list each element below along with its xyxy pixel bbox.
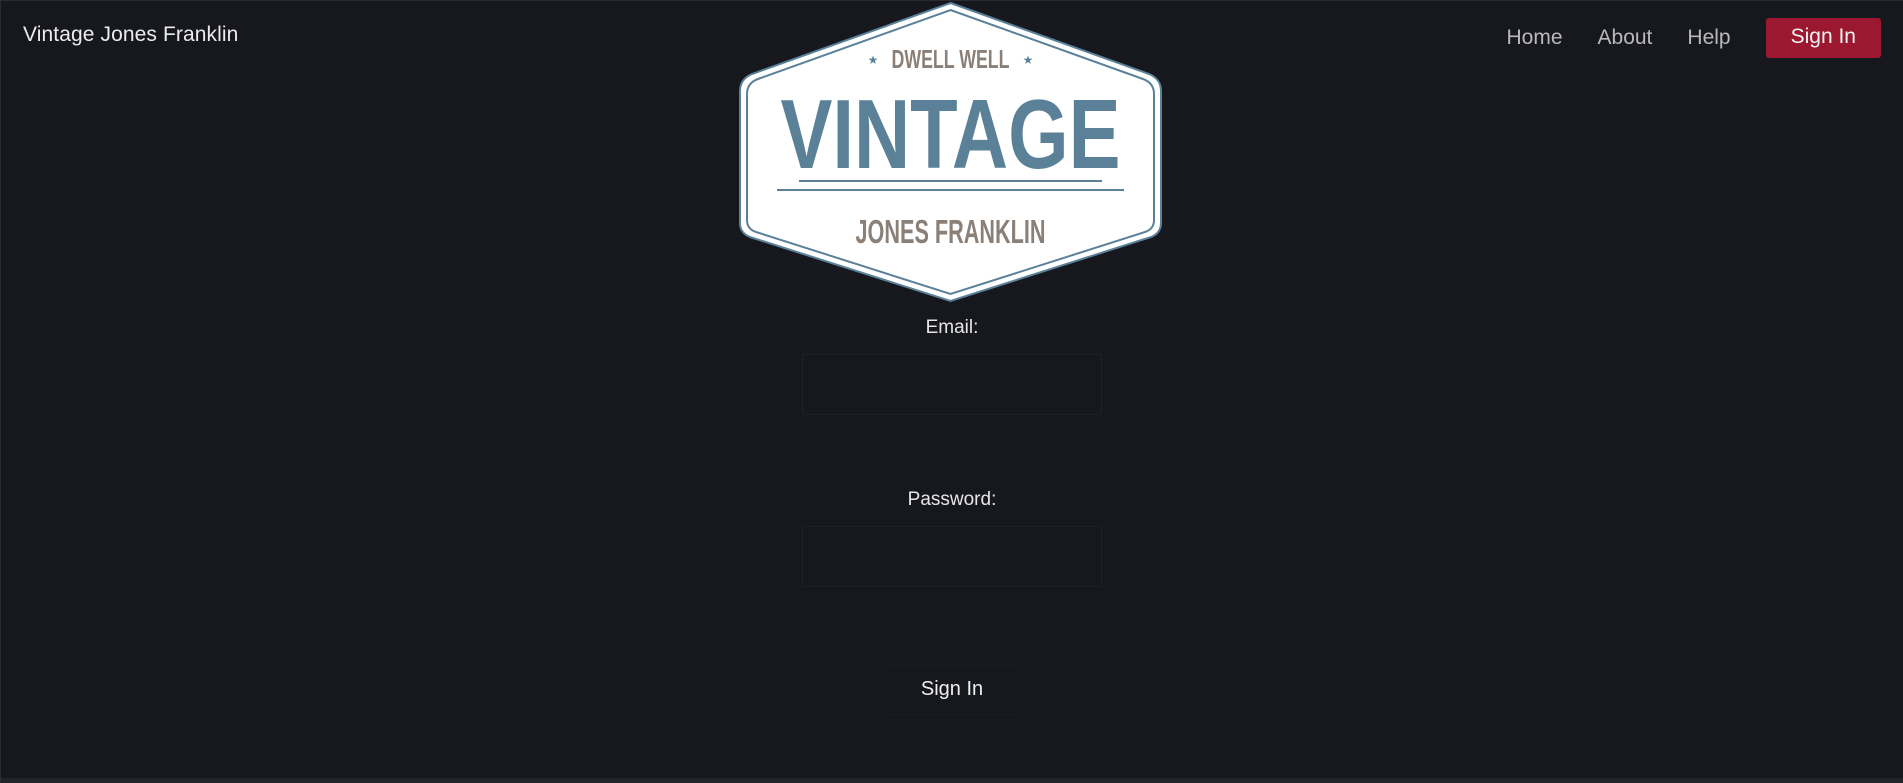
logo-main-text: VINTAGE (781, 79, 1121, 189)
nav-sign-in-button[interactable]: Sign In (1765, 18, 1881, 58)
sign-in-form: Email: Password: Sign In (1, 317, 1903, 715)
logo-star-left-icon: ★ (868, 53, 879, 67)
footer-strip (1, 778, 1903, 783)
email-field[interactable] (802, 354, 1102, 415)
top-nav: Home About Help Sign In (1506, 18, 1881, 58)
nav-about-link[interactable]: About (1598, 26, 1653, 50)
brand-link[interactable]: Vintage Jones Franklin (23, 23, 238, 47)
logo-top-text: DWELL WELL (892, 44, 1010, 74)
password-label: Password: (907, 489, 997, 510)
vintage-logo: ★ ★ DWELL WELL VINTAGE JONES FRANKLIN (739, 1, 1162, 303)
page: Vintage Jones Franklin Home About Help S… (0, 0, 1903, 783)
nav-help-link[interactable]: Help (1687, 26, 1730, 50)
logo-star-right-icon: ★ (1023, 53, 1034, 67)
sign-in-submit-button[interactable]: Sign In (881, 664, 1023, 715)
logo-bottom-text: JONES FRANKLIN (856, 213, 1046, 250)
email-label: Email: (925, 317, 979, 338)
nav-home-link[interactable]: Home (1506, 26, 1562, 50)
password-field[interactable] (802, 526, 1102, 587)
